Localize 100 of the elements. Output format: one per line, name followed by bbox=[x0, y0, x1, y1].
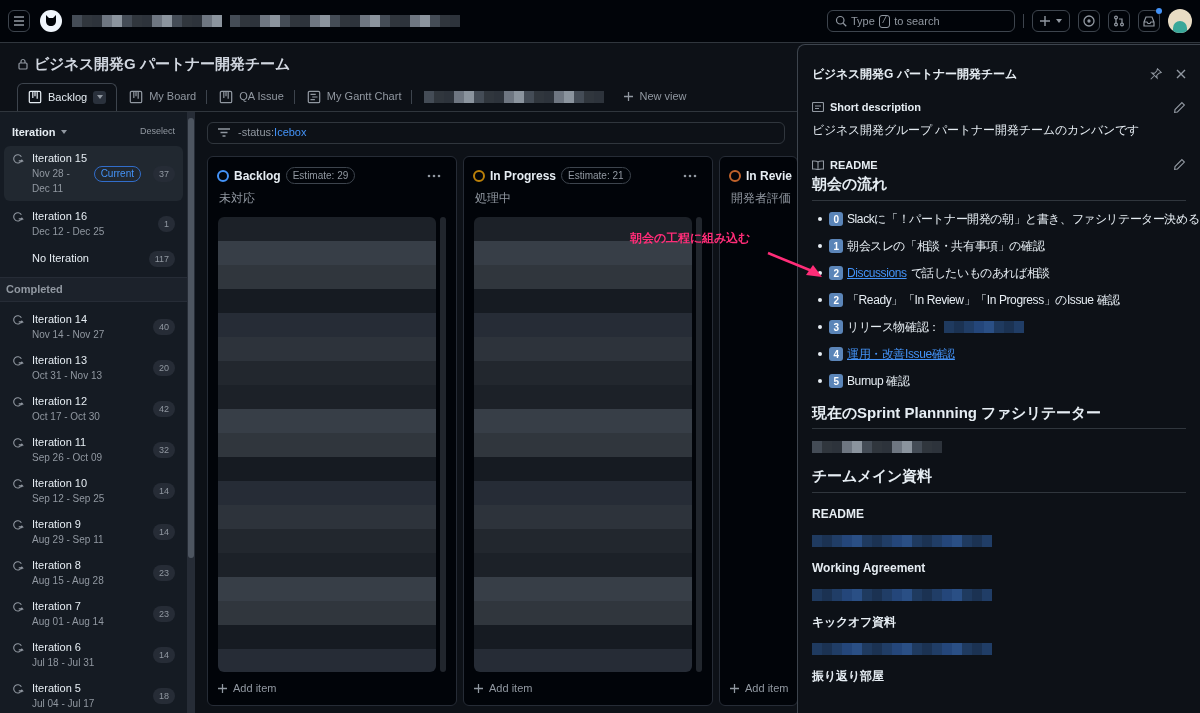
iteration-name: Iteration 11 bbox=[32, 434, 88, 450]
board-icon bbox=[219, 89, 234, 104]
iteration-name: Iteration 14 bbox=[32, 311, 89, 327]
iteration-name: Iteration 16 bbox=[32, 209, 89, 224]
iteration-name: No Iteration bbox=[32, 251, 90, 266]
iteration-name: Iteration 15 bbox=[32, 151, 86, 166]
iteration-icon bbox=[12, 477, 24, 490]
board-icon bbox=[28, 90, 42, 104]
view-tab[interactable]: QA Issue bbox=[209, 82, 294, 111]
item-count: 32 bbox=[153, 441, 175, 458]
create-button[interactable] bbox=[1032, 10, 1070, 32]
iteration-name: Iteration 9 bbox=[32, 516, 82, 532]
iteration-name: Iteration 12 bbox=[32, 393, 89, 409]
view-tab[interactable]: My Board bbox=[119, 82, 207, 111]
number-key-label: 5 bbox=[829, 374, 843, 388]
avatar[interactable] bbox=[1168, 9, 1192, 33]
number-key-label: 4 bbox=[829, 347, 843, 361]
list-item-text: Burnup 確認 bbox=[847, 373, 910, 390]
view-tab[interactable]: Backlog bbox=[17, 82, 118, 111]
iteration-item[interactable]: Iteration 10 Sep 12 - Sep 25 14 bbox=[4, 471, 183, 510]
search-hint: Type bbox=[851, 13, 875, 29]
number-key-label: 2 bbox=[829, 293, 843, 307]
cat-logo-icon[interactable] bbox=[40, 10, 62, 32]
filter-icon bbox=[218, 128, 230, 137]
more-icon[interactable] bbox=[683, 173, 697, 178]
iteration-name: Iteration 5 bbox=[32, 680, 82, 696]
readme-link[interactable]: Discussions bbox=[847, 264, 907, 282]
readme-link[interactable]: 運用・改善Issue確認 bbox=[847, 345, 955, 363]
readme-heading: 朝会の流れ bbox=[812, 173, 1186, 201]
iteration-item[interactable]: Iteration 7 Aug 01 - Aug 14 23 bbox=[4, 594, 183, 633]
item-count: 14 bbox=[153, 482, 175, 499]
annotation-arrow bbox=[766, 251, 824, 279]
iteration-item[interactable]: Iteration 9 Aug 29 - Sep 11 14 bbox=[4, 512, 183, 551]
iteration-dates: Jul 04 - Jul 17 bbox=[32, 696, 96, 711]
search-field[interactable]: Type / to search bbox=[827, 10, 1015, 32]
iteration-name: Iteration 13 bbox=[32, 352, 89, 368]
add-item-button[interactable]: Add item bbox=[474, 680, 533, 697]
close-icon[interactable] bbox=[1176, 69, 1186, 79]
item-count: 14 bbox=[153, 646, 175, 663]
bullet-icon bbox=[818, 379, 822, 383]
new-view-button[interactable]: New view bbox=[616, 82, 695, 111]
iteration-icon bbox=[12, 211, 24, 223]
iteration-item[interactable]: Iteration 6 Jul 18 - Jul 31 14 bbox=[4, 635, 183, 674]
iteration-name: Iteration 7 bbox=[32, 598, 82, 614]
iteration-item[interactable]: Iteration 14 Nov 14 - Nov 27 40 bbox=[4, 307, 183, 346]
iteration-item[interactable]: Iteration 8 Aug 15 - Aug 28 23 bbox=[4, 553, 183, 592]
menu-button[interactable] bbox=[8, 10, 30, 32]
pull-requests-button[interactable] bbox=[1108, 10, 1130, 32]
deselect-button[interactable]: Deselect bbox=[140, 125, 175, 139]
pin-icon[interactable] bbox=[1150, 68, 1162, 80]
plus-icon bbox=[1040, 16, 1050, 26]
readme-heading: チームメイン資料 bbox=[812, 465, 1186, 493]
plus-icon bbox=[218, 683, 227, 693]
number-key-label: 3 bbox=[829, 320, 843, 334]
list-item-text: リリース物確認： bbox=[847, 319, 940, 336]
iteration-name: Iteration 10 bbox=[32, 475, 89, 491]
view-options-button[interactable] bbox=[93, 90, 107, 104]
add-item-button[interactable]: Add item bbox=[730, 680, 789, 697]
filter-query: -status:Icebox bbox=[238, 125, 307, 141]
item-count: 23 bbox=[153, 605, 175, 622]
item-count: 1 bbox=[158, 216, 175, 232]
iteration-item[interactable]: Iteration 11 Sep 26 - Oct 09 32 bbox=[4, 430, 183, 469]
iteration-item[interactable]: Iteration 13 Oct 31 - Nov 13 20 bbox=[4, 348, 183, 387]
iteration-icon bbox=[12, 641, 24, 654]
section-label: README bbox=[830, 157, 878, 173]
add-item-button[interactable]: Add item bbox=[218, 680, 277, 697]
view-tab[interactable]: My Gantt Chart bbox=[296, 82, 412, 111]
bullet-icon bbox=[818, 217, 822, 221]
item-count: 18 bbox=[153, 687, 175, 704]
tab-label: Backlog bbox=[48, 89, 88, 105]
iteration-item[interactable]: Iteration 15 Nov 28 - Dec 11 Current 37 bbox=[4, 146, 183, 201]
inbox-icon bbox=[1143, 15, 1155, 27]
iteration-item[interactable]: Iteration 16 Dec 12 - Dec 25 1 bbox=[4, 205, 183, 243]
list-item-text: Slackに「！パートナー開発の朝」と書き、ファシリテーター決める bbox=[847, 211, 1200, 228]
plus-icon bbox=[474, 683, 483, 693]
item-count: 42 bbox=[153, 400, 175, 417]
iteration-item[interactable]: Iteration 5 Jul 04 - Jul 17 18 bbox=[4, 676, 183, 713]
edit-icon bbox=[1173, 100, 1186, 114]
iteration-dates: Nov 14 - Nov 27 bbox=[32, 327, 106, 342]
iteration-icon bbox=[12, 354, 24, 367]
more-icon[interactable] bbox=[427, 173, 441, 178]
iteration-name: Iteration 6 bbox=[32, 639, 82, 655]
iteration-icon bbox=[12, 313, 24, 326]
issues-button[interactable] bbox=[1078, 10, 1100, 32]
column-description: 未対応 bbox=[219, 189, 255, 207]
iteration-item[interactable]: Iteration 12 Oct 17 - Oct 30 42 bbox=[4, 389, 183, 428]
iteration-filter-button[interactable]: Iteration bbox=[12, 123, 68, 140]
iteration-dates: Aug 29 - Sep 11 bbox=[32, 532, 105, 547]
list-item-text: 朝会スレの「相談・共有事項」の確認 bbox=[847, 238, 1045, 255]
iteration-dates: Dec 12 - Dec 25 bbox=[32, 225, 106, 239]
iteration-dates: Sep 26 - Oct 09 bbox=[32, 450, 104, 465]
iteration-item[interactable]: No Iteration 117 bbox=[4, 247, 183, 271]
number-key-label: 1 bbox=[829, 239, 843, 253]
panel-title: ビジネス開発G パートナー開発チーム bbox=[812, 66, 1017, 83]
item-count: 20 bbox=[153, 359, 175, 376]
item-count: 37 bbox=[153, 165, 175, 182]
filter-field[interactable]: -status:Icebox bbox=[207, 121, 785, 144]
readme-subheading: Working Agreement bbox=[812, 559, 926, 577]
search-hint: to search bbox=[894, 13, 940, 29]
tab-label: My Board bbox=[149, 89, 197, 105]
